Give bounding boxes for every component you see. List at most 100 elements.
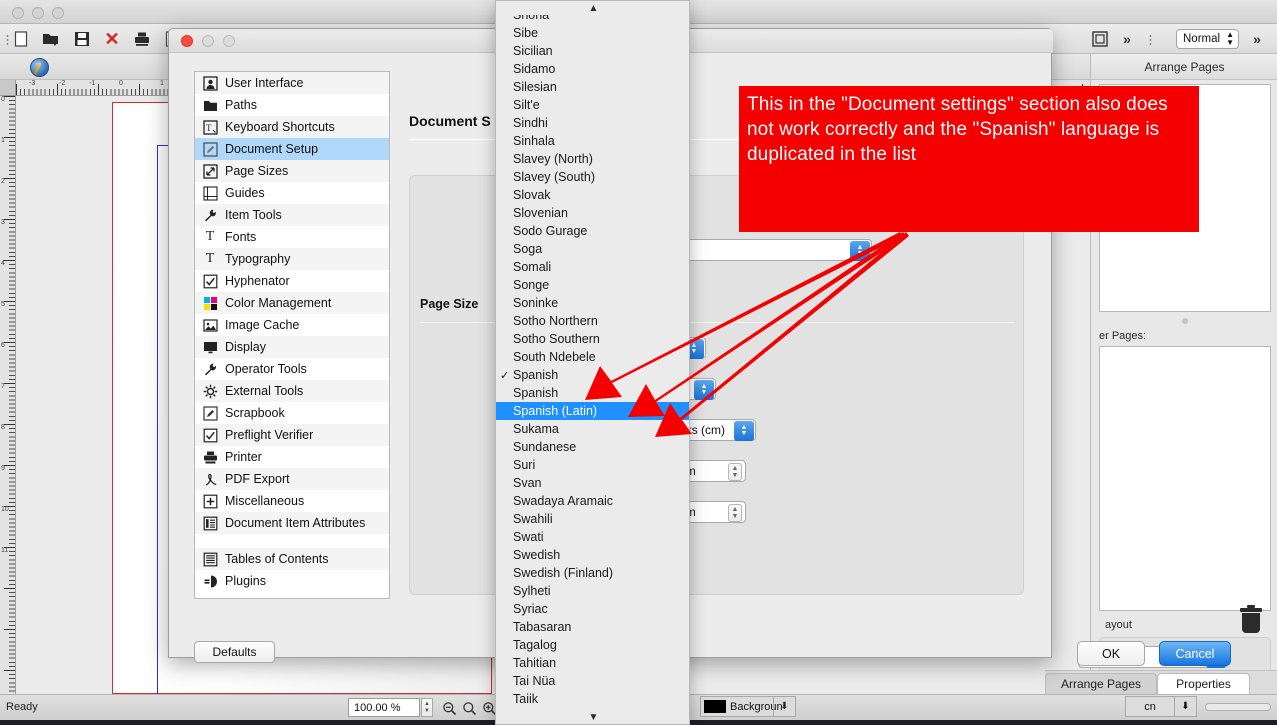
language-option[interactable]: Sicilian [496,42,690,60]
unit-select[interactable]: cn [1125,696,1175,717]
language-option[interactable]: Swedish [496,546,690,564]
language-option[interactable]: Slavey (South) [496,168,690,186]
close-icon[interactable]: ✕ [103,30,121,48]
language-option[interactable]: Sukama [496,420,690,438]
language-option[interactable]: Soninke [496,294,690,312]
language-option[interactable]: Silt'e [496,96,690,114]
open-document-icon[interactable] [42,30,60,48]
sidebar-item-pdf-export[interactable]: PDF Export [195,468,389,490]
language-option[interactable]: Spanish (Latin) [496,402,690,420]
sidebar-item-external-tools[interactable]: External Tools [195,380,389,402]
language-option[interactable]: Taiik [496,690,690,708]
language-option[interactable]: Swedish (Finland) [496,564,690,582]
language-option[interactable]: Sibe [496,24,690,42]
sidebar-item-plugins[interactable]: Plugins [195,570,389,592]
sidebar-item-paths[interactable]: Paths [195,94,389,116]
language-option[interactable]: Svan [496,474,690,492]
language-option[interactable]: Sylheti [496,582,690,600]
sidebar-item-tables-of-contents[interactable]: Tables of Contents [195,548,389,570]
sidebar-item-hyphenator[interactable]: Hyphenator [195,270,389,292]
language-option[interactable]: Slovak [496,186,690,204]
language-option[interactable]: Suri [496,456,690,474]
language-option[interactable]: Sinhala [496,132,690,150]
language-option[interactable]: Swati [496,528,690,546]
sidebar-item-user-interface[interactable]: User Interface [195,72,389,94]
unit-select-chevron-down-icon[interactable]: ⬇ [1175,696,1197,717]
language-option[interactable]: Sundanese [496,438,690,456]
new-document-icon[interactable] [12,30,30,48]
toolbar-grip-2[interactable] [1149,34,1152,45]
app-minimize-button[interactable] [32,7,44,19]
language-option[interactable]: South Ndebele [496,348,690,366]
language-option[interactable]: Tai Nüa [496,672,690,690]
ok-button[interactable]: OK [1077,641,1145,666]
language-option[interactable]: Slovenian [496,204,690,222]
ruler-corner[interactable] [0,80,16,96]
preferences-category-list[interactable]: User InterfacePathsTKeyboard ShortcutsDo… [194,71,390,599]
status-scrollbar[interactable] [1205,703,1271,711]
language-option[interactable]: Soga [496,240,690,258]
delete-page-trash-icon[interactable] [1240,608,1262,634]
language-option[interactable]: Sodo Gurage [496,222,690,240]
language-option[interactable]: Spanish [496,384,690,402]
tab-arrange-pages[interactable]: Arrange Pages [1045,673,1157,694]
language-option-list[interactable]: ShonaSibeSicilianSidamoSilesianSilt'eSin… [496,15,690,708]
tab-properties[interactable]: Properties [1157,673,1250,694]
language-option[interactable]: ✓Spanish [496,366,690,384]
app-maximize-button[interactable] [52,7,64,19]
zoom-input[interactable]: 100.00 % [348,698,420,717]
stepper-icon[interactable]: ▲▼ [728,504,742,522]
language-option[interactable]: Tabasaran [496,618,690,636]
language-dropdown-popup[interactable]: ▲ ShonaSibeSicilianSidamoSilesianSilt'eS… [495,0,690,725]
background-layer-select[interactable]: Backgroun ⬇ [700,696,796,717]
frame-icon[interactable] [1091,30,1109,48]
defaults-button[interactable]: Defaults [194,641,275,663]
sidebar-item-document-setup[interactable]: Document Setup [195,138,389,160]
cancel-button[interactable]: Cancel [1159,641,1231,666]
language-option[interactable]: Sidamo [496,60,690,78]
language-option[interactable]: Somali [496,258,690,276]
zoom-out-icon[interactable] [440,699,458,717]
sidebar-item-color-management[interactable]: Color Management [195,292,389,314]
zoom-reset-icon[interactable] [460,699,478,717]
sidebar-item-keyboard-shortcuts[interactable]: TKeyboard Shortcuts [195,116,389,138]
sidebar-item-guides[interactable]: Guides [195,182,389,204]
print-icon[interactable] [133,30,151,48]
sidebar-item-item-tools[interactable]: Item Tools [195,204,389,226]
language-option[interactable]: Swadaya Aramaic [496,492,690,510]
toolbar-grip[interactable] [6,34,9,45]
language-option[interactable]: Sotho Northern [496,312,690,330]
sidebar-item-fonts[interactable]: TFonts [195,226,389,248]
language-option[interactable]: Tahitian [496,654,690,672]
language-option[interactable]: Tagalog [496,636,690,654]
dock-splitter[interactable] [1099,316,1271,325]
sidebar-item-miscellaneous[interactable]: Miscellaneous [195,490,389,512]
toolbar-overflow-icon[interactable]: » [1118,30,1136,48]
sidebar-item-scrapbook[interactable]: Scrapbook [195,402,389,424]
language-option[interactable]: Syriac [496,600,690,618]
dialog-close-button[interactable] [181,35,193,47]
dialog-maximize-button[interactable] [223,35,235,47]
app-close-button[interactable] [12,7,24,19]
dialog-minimize-button[interactable] [202,35,214,47]
sidebar-item-preflight-verifier[interactable]: Preflight Verifier [195,424,389,446]
stepper-icon[interactable]: ▲▼ [728,463,742,481]
scroll-down-arrow-icon[interactable]: ▼ [496,710,690,724]
sidebar-item-image-cache[interactable]: Image Cache [195,314,389,336]
language-option[interactable]: Silesian [496,78,690,96]
save-icon[interactable] [73,30,91,48]
scroll-up-arrow-icon[interactable]: ▲ [496,1,690,15]
toolbar-overflow-icon-2[interactable]: » [1248,30,1266,48]
document-pages-canvas[interactable] [1099,346,1271,611]
sidebar-item-display[interactable]: Display [195,336,389,358]
sidebar-item-typography[interactable]: TTypography [195,248,389,270]
sidebar-item-printer[interactable]: Printer [195,446,389,468]
zoom-stepper[interactable]: ▲▼ [421,698,433,717]
language-option[interactable]: Songe [496,276,690,294]
sidebar-item-page-sizes[interactable]: Page Sizes [195,160,389,182]
language-option[interactable]: Swahili [496,510,690,528]
language-option[interactable]: Sindhi [496,114,690,132]
language-option[interactable]: Sotho Southern [496,330,690,348]
vertical-ruler[interactable]: 0 1 2 3 4 5 6 7 8 9 10 11 [0,80,16,694]
mode-select[interactable]: Normal ▲▼ [1176,29,1239,49]
